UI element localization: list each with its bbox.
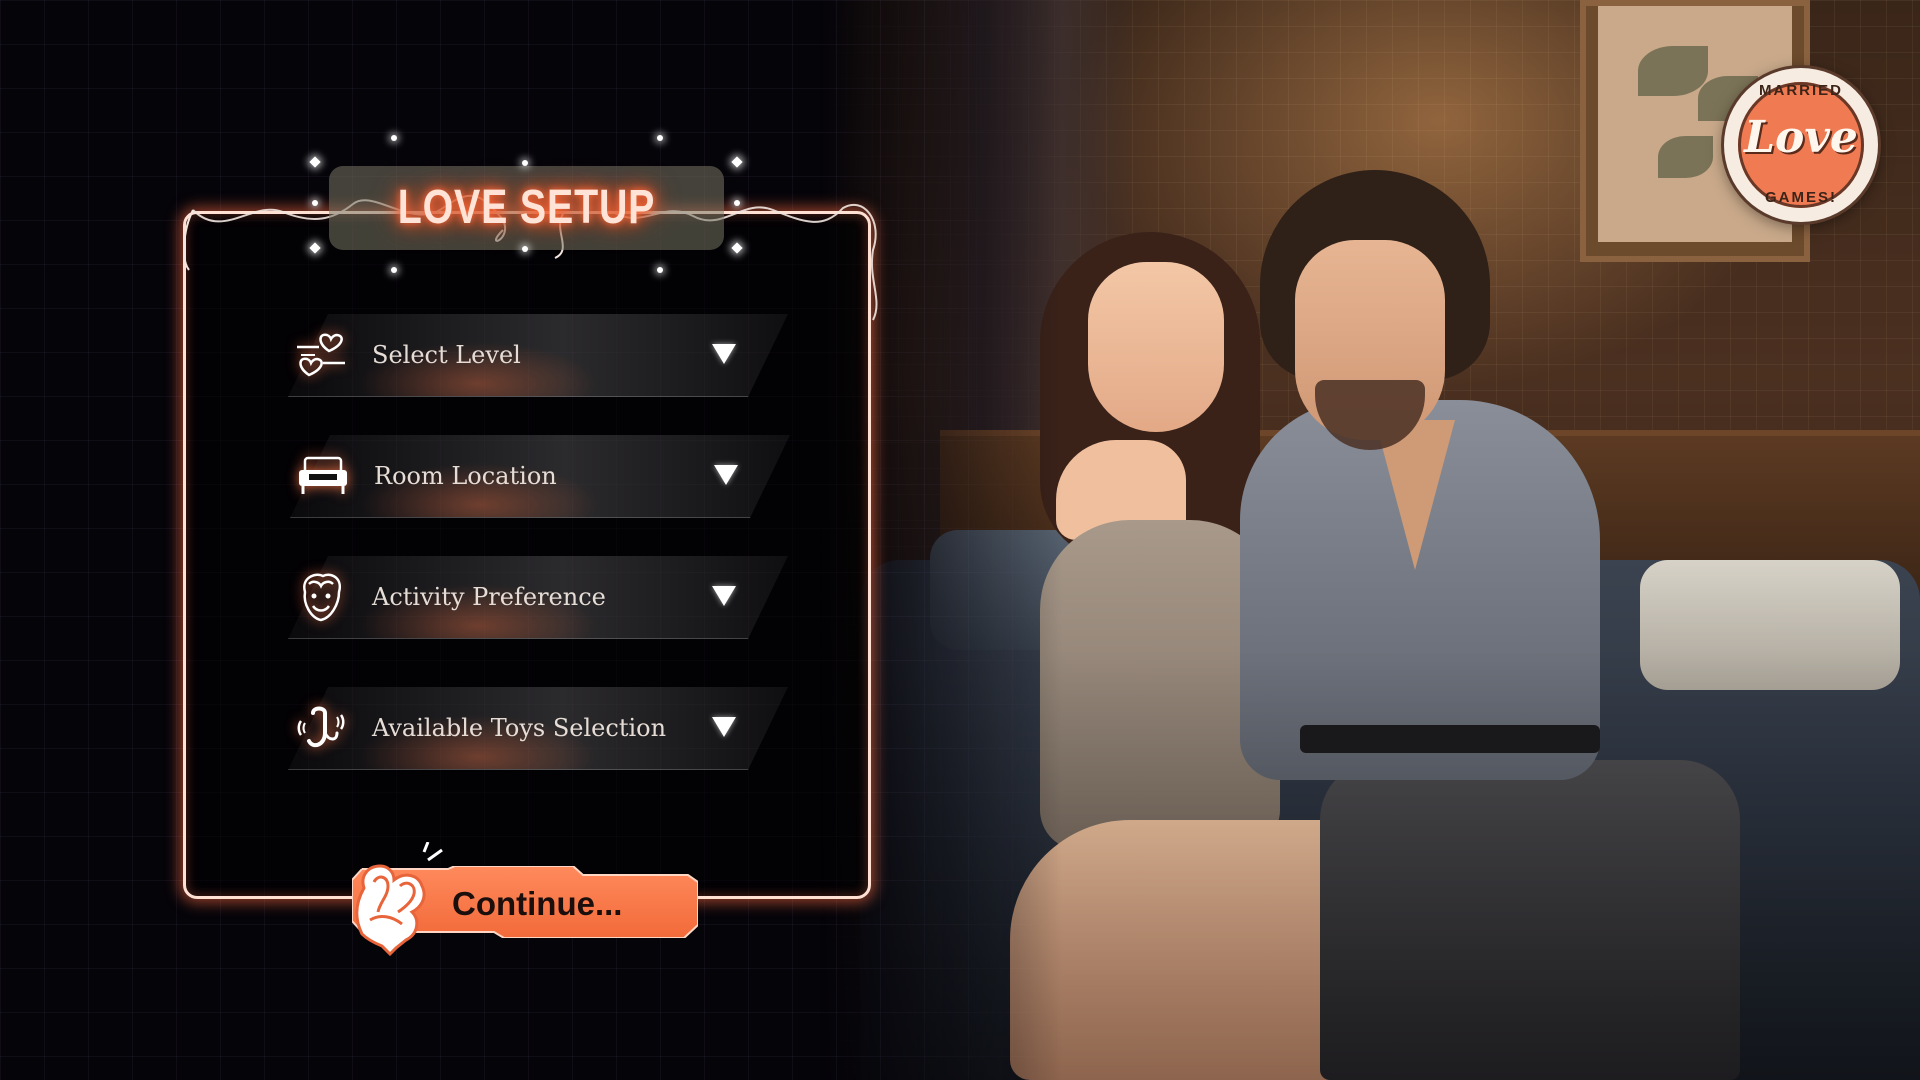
chevron-down-icon (712, 344, 736, 364)
logo-main-text: Love (1744, 112, 1858, 163)
available-toys-label: Available Toys Selection (372, 714, 667, 742)
logo-bottom-text: GAMES! (1765, 189, 1837, 206)
room-location-dropdown[interactable]: Room Location (290, 435, 790, 518)
sofa-icon (294, 449, 352, 503)
available-toys-dropdown[interactable]: Available Toys Selection (288, 687, 788, 770)
room-location-label: Room Location (374, 462, 557, 490)
hearts-icon (292, 328, 350, 382)
select-level-dropdown[interactable]: Select Level (288, 314, 788, 397)
sparkle-icon (391, 135, 397, 141)
chevron-down-icon (712, 717, 736, 737)
select-level-label: Select Level (372, 341, 521, 369)
game-logo: MARRIED Love GAMES! (1724, 68, 1878, 222)
sparkle-icon (522, 160, 528, 166)
continue-label: Continue... (452, 885, 623, 922)
sparkle-icon (522, 246, 528, 252)
couple-embrace-icon (355, 842, 443, 957)
activity-preference-label: Activity Preference (372, 583, 606, 611)
activity-preference-dropdown[interactable]: Activity Preference (288, 556, 788, 639)
toy-vibrating-icon (292, 701, 350, 755)
continue-button[interactable]: Continue... (352, 842, 698, 957)
chevron-down-icon (714, 465, 738, 485)
sparkle-icon (391, 267, 397, 273)
chevron-down-icon (712, 586, 736, 606)
logo-top-text: MARRIED (1759, 82, 1843, 99)
sparkle-icon (734, 200, 740, 206)
sparkle-icon (312, 200, 318, 206)
sparkle-icon (657, 267, 663, 273)
couple-faces-icon (292, 570, 350, 624)
sparkle-icon (657, 135, 663, 141)
panel-title: LOVE SETUP (397, 181, 656, 234)
